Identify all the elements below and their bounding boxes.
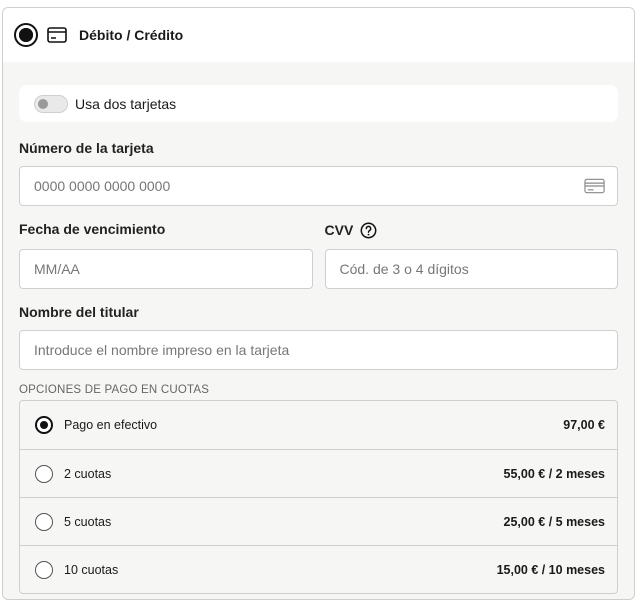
installments-caption: OPCIONES DE PAGO EN CUOTAS: [19, 384, 210, 396]
installment-option-cash[interactable]: Pago en efectivo 97,00 €: [20, 401, 617, 449]
card-icon: [584, 178, 605, 194]
installment-option-5[interactable]: 5 cuotas 25,00 € / 5 meses: [20, 497, 617, 545]
holder-label: Nombre del titular: [19, 304, 139, 320]
two-cards-toggle-label: Usa dos tarjetas: [75, 95, 177, 112]
installment-option-10[interactable]: 10 cuotas 15,00 € / 10 meses: [20, 545, 617, 593]
holder-input[interactable]: [32, 341, 605, 359]
installments-options: Pago en efectivo 97,00 € 2 cuotas 55,00 …: [19, 400, 618, 594]
installment-label: Pago en efectivo: [64, 418, 158, 432]
two-cards-toggle-row: Usa dos tarjetas: [19, 85, 618, 122]
installment-label: 10 cuotas: [64, 562, 119, 577]
holder-field[interactable]: [19, 330, 618, 370]
card-number-field[interactable]: [19, 166, 618, 206]
installment-radio[interactable]: [35, 416, 53, 434]
expiry-input[interactable]: [32, 260, 300, 278]
card-number-input[interactable]: [32, 177, 584, 195]
installment-option-2[interactable]: 2 cuotas 55,00 € / 2 meses: [20, 449, 617, 497]
credit-card-icon: [47, 27, 67, 43]
installment-price: 97,00 €: [563, 418, 605, 432]
payment-method-radio[interactable]: [14, 23, 38, 47]
expiry-field[interactable]: [19, 249, 313, 289]
payment-method-header[interactable]: Débito / Crédito: [3, 8, 634, 62]
installment-price: 25,00 € / 5 meses: [503, 514, 605, 529]
installment-label: 2 cuotas: [64, 466, 112, 481]
cvv-field[interactable]: [324, 249, 618, 289]
cvv-input[interactable]: [337, 260, 605, 278]
installment-price: 55,00 € / 2 meses: [503, 466, 605, 481]
payment-method-title: Débito / Crédito: [79, 27, 184, 43]
installment-label: 5 cuotas: [64, 514, 112, 529]
two-cards-toggle[interactable]: [34, 94, 68, 113]
card-number-label: Número de la tarjeta: [19, 140, 154, 156]
installment-radio[interactable]: [35, 512, 53, 531]
installment-price: 15,00 € / 10 meses: [496, 562, 605, 577]
installment-radio[interactable]: [35, 560, 53, 579]
help-icon[interactable]: [360, 222, 377, 239]
payment-method-card: Débito / Crédito Usa dos tarjetas Número…: [2, 7, 635, 600]
expiry-label: Fecha de vencimiento: [19, 221, 166, 237]
cvv-label: CVV: [324, 222, 354, 238]
installment-radio[interactable]: [35, 464, 53, 483]
